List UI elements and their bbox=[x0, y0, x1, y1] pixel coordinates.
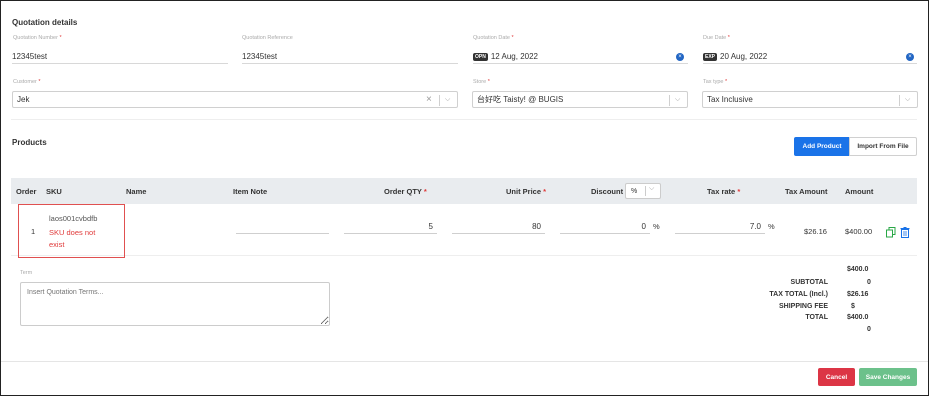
divider bbox=[11, 119, 917, 120]
save-changes-button[interactable]: Save Changes bbox=[859, 368, 917, 386]
due-date-field[interactable]: EXP 20 Aug, 2022 bbox=[703, 50, 917, 64]
select-separator bbox=[899, 95, 900, 106]
quotation-number-label: Quotation Number * bbox=[13, 35, 62, 41]
quotation-number-value: 12345test bbox=[12, 52, 48, 61]
import-from-file-button[interactable]: Import From File bbox=[849, 137, 917, 156]
col-sku: SKU bbox=[46, 187, 62, 196]
quotation-form: Quotation details Quotation Number * 123… bbox=[0, 0, 929, 396]
customer-value: Jek bbox=[17, 95, 30, 104]
opn-badge: OPN bbox=[473, 52, 488, 61]
store-select[interactable]: 台好吃 Taisty! @ BUGIS ⌵ bbox=[472, 91, 688, 108]
store-label: Store * bbox=[473, 79, 490, 85]
totals-bottom-value: 0 bbox=[867, 326, 871, 333]
clear-due-date-icon[interactable]: × bbox=[906, 53, 914, 61]
total-value: $400.0 bbox=[847, 314, 869, 321]
tax-type-value: Tax Inclusive bbox=[707, 95, 753, 104]
quotation-details-title: Quotation details bbox=[12, 18, 78, 27]
discount-percent: % bbox=[653, 222, 660, 231]
quotation-date-value: 12 Aug, 2022 bbox=[490, 52, 538, 61]
subtotal-value: 0 bbox=[867, 279, 871, 286]
chevron-down-icon[interactable]: ⌵ bbox=[675, 96, 680, 104]
col-tax-rate: Tax rate * bbox=[707, 187, 741, 196]
col-name: Name bbox=[126, 187, 147, 196]
tax-rate-percent: % bbox=[768, 222, 775, 231]
col-order: Order bbox=[16, 187, 37, 196]
cancel-button[interactable]: Cancel bbox=[818, 368, 855, 386]
col-discount: Discount bbox=[591, 187, 624, 196]
store-value: 台好吃 Taisty! @ BUGIS bbox=[477, 95, 564, 104]
add-product-button[interactable]: Add Product bbox=[794, 137, 850, 156]
clear-customer-icon[interactable]: × bbox=[426, 94, 432, 105]
quotation-number-field[interactable]: 12345test bbox=[12, 50, 228, 64]
chevron-down-icon[interactable]: ⌵ bbox=[445, 96, 450, 104]
row-tax-amount: $26.16 bbox=[804, 227, 827, 236]
row-sku: laos001cvbdfb bbox=[49, 214, 98, 223]
due-date-label: Due Date * bbox=[703, 35, 730, 41]
sku-error-message: SKU does not exist bbox=[49, 228, 96, 249]
quotation-date-field[interactable]: OPN 12 Aug, 2022 bbox=[473, 50, 688, 64]
tax-rate-input[interactable]: 7.0 bbox=[675, 222, 765, 234]
col-unit-price: Unit Price * bbox=[506, 187, 547, 196]
term-label: Term bbox=[20, 270, 33, 276]
exp-badge: EXP bbox=[703, 52, 718, 61]
footer-divider bbox=[1, 361, 928, 362]
tax-type-select[interactable]: Tax Inclusive ⌵ bbox=[702, 91, 918, 108]
quotation-reference-label: Quotation Reference bbox=[242, 35, 293, 41]
total-label: TOTAL bbox=[805, 314, 828, 321]
terms-textarea[interactable] bbox=[20, 282, 330, 326]
chevron-down-icon: ⌵ bbox=[649, 185, 655, 192]
unit-price-input[interactable]: 80 bbox=[452, 222, 545, 234]
select-separator bbox=[439, 95, 440, 106]
discount-unit-select[interactable]: % ⌵ bbox=[625, 183, 661, 199]
products-title: Products bbox=[12, 138, 47, 147]
discount-input[interactable]: 0 bbox=[560, 222, 650, 234]
quotation-reference-field[interactable]: 12345test bbox=[242, 50, 458, 64]
clear-date-icon[interactable]: × bbox=[676, 53, 684, 61]
discount-unit-value: % bbox=[631, 187, 638, 195]
customer-select[interactable]: Jek × ⌵ bbox=[12, 91, 458, 108]
select-separator bbox=[669, 95, 670, 106]
col-order-qty: Order QTY * bbox=[384, 187, 427, 196]
trash-icon[interactable] bbox=[900, 225, 910, 243]
products-table-header: Order SKU Name Item Note Order QTY * Uni… bbox=[11, 178, 917, 204]
col-item-note: Item Note bbox=[233, 187, 268, 196]
col-tax-amount: Tax Amount bbox=[785, 187, 828, 196]
customer-label: Customer * bbox=[13, 79, 41, 85]
quotation-reference-value: 12345test bbox=[242, 52, 278, 61]
chevron-down-icon[interactable]: ⌵ bbox=[905, 96, 910, 104]
tax-total-label: TAX TOTAL (Incl.) bbox=[769, 291, 828, 298]
totals-top-value: $400.0 bbox=[847, 266, 869, 273]
row-order: 1 bbox=[31, 227, 36, 236]
due-date-value: 20 Aug, 2022 bbox=[720, 52, 768, 61]
shipping-fee-value: $ bbox=[851, 303, 855, 310]
col-amount: Amount bbox=[845, 187, 874, 196]
copy-icon[interactable] bbox=[886, 225, 896, 243]
select-separator bbox=[645, 186, 646, 196]
quotation-date-label: Quotation Date * bbox=[473, 35, 514, 41]
item-note-input[interactable] bbox=[236, 222, 329, 234]
shipping-fee-label: SHIPPING FEE bbox=[778, 303, 828, 310]
tax-total-value: $26.16 bbox=[847, 291, 869, 298]
subtotal-label: SUBTOTAL bbox=[790, 279, 828, 286]
order-qty-input[interactable]: 5 bbox=[344, 222, 437, 234]
tax-type-label: Tax type * bbox=[703, 79, 728, 85]
row-amount: $400.00 bbox=[845, 227, 873, 236]
